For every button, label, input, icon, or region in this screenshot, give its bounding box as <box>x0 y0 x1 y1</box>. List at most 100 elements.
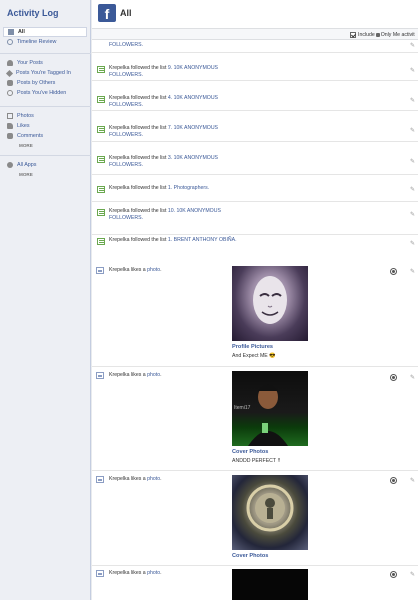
edit-pencil-icon[interactable]: ✎ <box>410 269 416 275</box>
actor-name: Krepelka <box>109 185 130 191</box>
list-icon <box>97 186 105 193</box>
liked-photo[interactable] <box>232 475 308 550</box>
list-item: Krepelka followed the list 9. 10K ANONYM… <box>92 54 418 81</box>
edit-pencil-icon[interactable]: ✎ <box>410 98 416 104</box>
activity-text: Krepelka followed the list 1. Photograph… <box>109 185 259 192</box>
eye-icon <box>7 39 13 45</box>
activity-verb: followed the list <box>130 65 167 71</box>
actor-name: Krepelka <box>109 570 130 576</box>
tag-icon <box>5 69 14 77</box>
activity-text: Krepelka likes a photo. <box>109 267 162 273</box>
liked-photo[interactable]: Itemi17 <box>232 371 308 446</box>
photo-link[interactable]: photo <box>147 476 160 482</box>
activity-text: FOLLOWERS. <box>109 42 249 49</box>
activity-text: Krepelka followed the list 4. 10K ANONYM… <box>109 95 249 109</box>
album-title[interactable]: Cover Photos <box>232 553 268 559</box>
sidebar-item-photos[interactable]: Photos <box>3 111 87 121</box>
activity-verb: followed the list <box>130 185 167 191</box>
lock-icon <box>375 32 380 37</box>
sidebar-item-label: Posts You've Hidden <box>17 90 67 96</box>
actor-name: Krepelka <box>109 155 130 161</box>
sidebar-item-your-posts[interactable]: Your Posts <box>3 58 87 68</box>
liked-photo[interactable] <box>232 266 308 341</box>
edit-pencil-icon[interactable]: ✎ <box>410 212 416 218</box>
sidebar-item-label: Timeline Review <box>17 39 57 45</box>
sidebar-item-all[interactable]: All <box>3 27 87 37</box>
sidebar-item-hidden[interactable]: Posts You've Hidden <box>3 88 87 98</box>
divider <box>0 53 91 54</box>
album-title[interactable]: Profile Pictures <box>232 344 273 350</box>
photo-link[interactable]: photo <box>147 570 160 576</box>
list-link[interactable]: 1. BRENT ANTHONY OBIÑA. <box>168 237 237 243</box>
people-icon <box>7 80 13 86</box>
sidebar-item-tagged[interactable]: Posts You're Tagged In <box>3 68 87 78</box>
list-icon <box>97 156 105 163</box>
list-item: Krepelka likes a photo. ✎ Profile Pictur… <box>92 262 418 367</box>
activity-text: Krepelka followed the list 3. 10K ANONYM… <box>109 155 249 169</box>
actor-name: Krepelka <box>109 125 130 131</box>
list-icon <box>97 209 105 216</box>
photo-icon <box>7 113 13 119</box>
list-item: Krepelka likes a photo. ✎ Itemi17 Cover … <box>92 368 418 471</box>
album-title[interactable]: Cover Photos <box>232 449 268 455</box>
actor-name: Krepelka <box>109 208 130 214</box>
activity-text: Krepelka likes a photo. <box>109 372 162 378</box>
sidebar-more-apps[interactable]: MORE <box>3 170 87 179</box>
activity-text: Krepelka likes a photo. <box>109 476 162 482</box>
activity-verb: followed the list <box>130 237 167 243</box>
actor-name: Krepelka <box>109 267 130 273</box>
sidebar-item-likes[interactable]: Likes <box>3 121 87 131</box>
edit-pencil-icon[interactable]: ✎ <box>410 241 416 247</box>
sidebar-item-label: Comments <box>17 133 44 139</box>
liked-photo[interactable] <box>232 569 308 600</box>
only-me-filter[interactable]: Include Only Me activit <box>350 30 415 39</box>
photo-link[interactable]: photo <box>147 267 160 273</box>
sidebar-item-label: Your Posts <box>17 60 43 66</box>
edit-pencil-icon[interactable]: ✎ <box>410 128 416 134</box>
mask-image <box>253 276 287 324</box>
sidebar-more-media[interactable]: MORE <box>3 141 87 150</box>
globe-icon[interactable] <box>390 374 397 381</box>
list-item: Krepelka followed the list 7. 10K ANONYM… <box>92 112 418 142</box>
photo-link[interactable]: photo <box>147 372 160 378</box>
header: f All <box>92 0 418 29</box>
hidden-icon <box>7 90 13 96</box>
edit-pencil-icon[interactable]: ✎ <box>410 572 416 578</box>
sidebar-media-group: Photos Likes Comments MORE <box>3 111 87 150</box>
include-checkbox[interactable] <box>350 31 356 38</box>
edit-pencil-icon[interactable]: ✎ <box>410 159 416 165</box>
facebook-logo-icon: f <box>98 4 116 22</box>
edit-pencil-icon[interactable]: ✎ <box>410 187 416 193</box>
activity-feed: FOLLOWERS. ✎ Krepelka followed the list … <box>92 40 418 600</box>
actor-name: Krepelka <box>109 237 130 243</box>
list-icon <box>97 238 105 245</box>
activity-verb: likes a <box>130 476 146 482</box>
sidebar: Activity Log All Timeline Review Your Po… <box>0 0 91 600</box>
edit-pencil-icon[interactable]: ✎ <box>410 68 416 74</box>
filter-suffix: Only Me activit <box>380 31 415 38</box>
list-link[interactable]: 1. Photographers. <box>168 185 209 191</box>
sidebar-posts-group: Your Posts Posts You're Tagged In Posts … <box>3 58 87 98</box>
activity-verb: followed the list <box>130 208 167 214</box>
boy-image: Itemi17 <box>234 384 288 446</box>
sidebar-title: Activity Log <box>7 8 59 18</box>
list-icon <box>97 66 105 73</box>
globe-icon[interactable] <box>390 268 397 275</box>
activity-verb: followed the list <box>130 155 167 161</box>
list-link[interactable]: FOLLOWERS. <box>109 42 143 48</box>
edit-pencil-icon[interactable]: ✎ <box>410 375 416 381</box>
list-item: Krepelka followed the list 4. 10K ANONYM… <box>92 82 418 111</box>
sidebar-item-all-apps[interactable]: All Apps <box>3 160 87 170</box>
sidebar-item-posts-by-others[interactable]: Posts by Others <box>3 78 87 88</box>
sidebar-apps-group: All Apps MORE <box>3 160 87 179</box>
sidebar-item-timeline-review[interactable]: Timeline Review <box>3 37 87 47</box>
sidebar-item-label: Likes <box>17 123 30 129</box>
actor-name: Krepelka <box>109 372 130 378</box>
list-item: Krepelka likes a photo. ✎ Cover Photos <box>92 472 418 566</box>
globe-icon[interactable] <box>390 571 397 578</box>
edit-pencil-icon[interactable]: ✎ <box>410 43 416 49</box>
globe-icon[interactable] <box>390 477 397 484</box>
sidebar-item-label: All Apps <box>17 162 37 168</box>
sidebar-item-comments[interactable]: Comments <box>3 131 87 141</box>
edit-pencil-icon[interactable]: ✎ <box>410 478 416 484</box>
